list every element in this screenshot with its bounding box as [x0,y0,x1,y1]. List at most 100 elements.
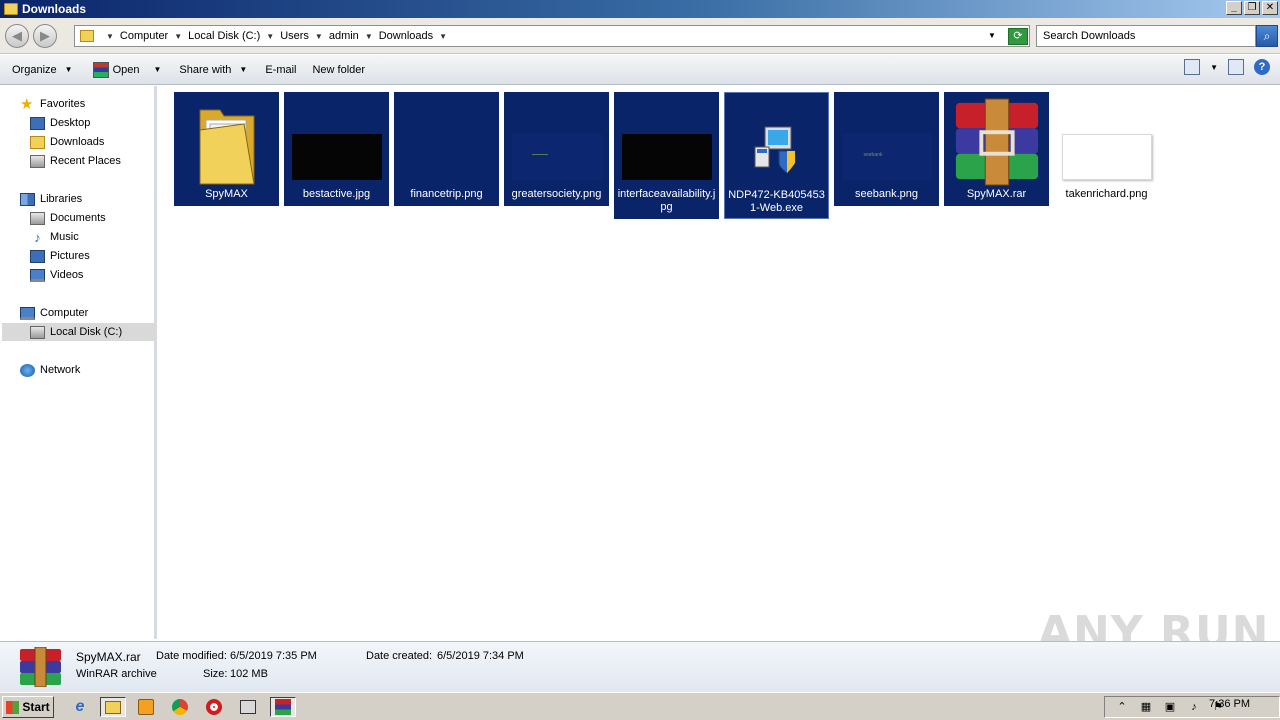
organize-label: Organize [12,63,57,76]
file-tile-interfaceavailability[interactable]: interfaceavailability.jpg [614,92,719,219]
search-placeholder: Search Downloads [1043,30,1136,42]
help-icon[interactable]: ? [1254,59,1270,75]
chevron-down-icon[interactable]: ▼ [174,32,182,41]
sidebar-item-local-disk[interactable]: Local Disk (C:) [2,323,157,341]
image-thumbnail [291,98,382,186]
explorer-taskbar-button[interactable] [100,697,126,717]
star-icon: ★ [20,95,34,113]
file-tile-seebank[interactable]: seebank seebank.png [834,92,939,206]
sidebar-item-label: Recent Places [50,155,121,167]
folder-icon [80,30,94,42]
sidebar-item-libraries[interactable]: Libraries [20,190,82,208]
email-button[interactable]: E-mail [259,59,302,81]
start-label: Start [22,700,50,714]
breadcrumb-computer[interactable]: Computer [120,30,168,42]
refresh-button[interactable]: ⟳ [1008,28,1028,45]
address-bar[interactable]: ▼ Computer ▼ Local Disk (C:) ▼ Users ▼ a… [74,25,1030,47]
restore-button[interactable]: ❐ [1244,1,1260,15]
back-button[interactable]: ◀ [5,24,29,48]
sidebar-item-desktop[interactable]: Desktop [30,114,90,132]
winrar-taskbar-button[interactable] [270,697,296,717]
search-input[interactable]: Search Downloads [1036,25,1256,47]
title-bar[interactable]: Downloads _ ❐ ✕ [0,0,1280,18]
desktop-icon [30,116,45,130]
file-tile-bestactive[interactable]: bestactive.jpg [284,92,389,206]
file-name: SpyMAX.rar [966,188,1027,200]
breadcrumb-downloads[interactable]: Downloads [379,30,433,42]
chevron-down-icon[interactable]: ▼ [266,32,274,41]
search-icon[interactable]: ⌕ [1256,25,1278,47]
clock[interactable]: 7:36 PM [1209,698,1250,710]
sidebar-item-music[interactable]: ♪ Music [30,228,78,246]
chrome-icon[interactable] [170,697,190,717]
show-hidden-icons-icon[interactable]: ⌃ [1115,700,1129,714]
organize-button[interactable]: Organize ▼ [6,59,79,81]
internet-explorer-icon[interactable]: e [70,697,90,717]
thumbnail-text: seebank [863,152,883,158]
folder-icon [182,98,272,186]
volume-icon[interactable]: ♪ [1187,700,1201,714]
chevron-down-icon[interactable]: ▼ [439,32,447,41]
preview-pane-icon[interactable] [1228,59,1244,75]
remote-desktop-icon[interactable] [238,697,258,717]
sidebar-item-network[interactable]: Network [20,361,80,379]
system-tray: ⌃ ▦ ▣ ♪ ⚑ [1104,696,1280,718]
file-name: SpyMAX [205,188,248,200]
date-modified-label: Date modified: [156,650,227,662]
winrar-icon [18,646,63,688]
open-button[interactable]: Open ▼ [87,59,168,81]
image-thumbnail [1061,98,1152,186]
navigation-pane: ★ Favorites Desktop Downloads Recent Pla… [0,86,157,639]
file-tile-takenrichard[interactable]: takenrichard.png [1054,92,1159,206]
chevron-down-icon[interactable]: ▼ [1210,63,1218,72]
computer-icon [20,306,35,320]
sidebar-item-label: Desktop [50,117,91,129]
details-pane: SpyMAX.rar WinRAR archive Date modified:… [0,641,1280,692]
sidebar-item-label: Local Disk (C:) [50,326,123,338]
image-thumbnail [401,98,492,186]
file-tile-greatersociety[interactable]: greatersociety.png [504,92,609,206]
size-label: Size: [203,668,228,680]
breadcrumb-local-disk[interactable]: Local Disk (C:) [188,30,260,42]
chevron-down-icon[interactable]: ▼ [315,32,323,41]
sidebar-item-favorites[interactable]: ★ Favorites [20,95,85,113]
sidebar-item-label: Downloads [50,136,105,148]
size-value: 102 MB [230,668,268,680]
start-button[interactable]: Start [2,696,54,718]
email-label: E-mail [265,63,297,76]
window-title: Downloads [22,2,87,16]
opera-icon[interactable] [204,697,224,717]
sidebar-item-label: Favorites [40,98,86,110]
sidebar-item-label: Documents [50,212,106,224]
chevron-down-icon[interactable]: ▼ [365,32,373,41]
breadcrumb-admin[interactable]: admin [329,30,359,42]
sidebar-item-computer[interactable]: Computer [20,304,88,322]
sidebar-item-label: Computer [40,307,89,319]
minimize-button[interactable]: _ [1226,1,1242,15]
network-icon[interactable]: ▣ [1163,700,1177,714]
chevron-right-icon[interactable]: ▼ [106,32,114,41]
recent-places-icon [30,154,45,168]
sidebar-item-downloads[interactable]: Downloads [30,133,104,151]
sidebar-item-recent-places[interactable]: Recent Places [30,152,121,170]
file-tile-ndp472-installer[interactable]: NDP472-KB4054531-Web.exe [724,92,829,219]
file-tile-spymax-rar[interactable]: SpyMAX.rar [944,92,1049,206]
new-folder-button[interactable]: New folder [306,59,371,81]
sidebar-item-pictures[interactable]: Pictures [30,247,90,265]
share-with-button[interactable]: Share with ▼ [173,59,253,81]
change-view-icon[interactable] [1184,59,1201,75]
close-button[interactable]: ✕ [1262,1,1278,15]
file-tile-financetrip[interactable]: financetrip.png [394,92,499,206]
explorer-window: Downloads _ ❐ ✕ ◀ ▶ ▼ Computer ▼ Local D… [0,0,1280,692]
share-with-label: Share with [179,63,232,76]
address-history-dropdown[interactable]: ▼ [988,31,996,40]
downloads-folder-icon [30,135,45,149]
sidebar-item-videos[interactable]: Videos [30,266,83,284]
breadcrumb-users[interactable]: Users [280,30,309,42]
file-tile-spymax-folder[interactable]: SpyMAX [174,92,279,206]
action-center-icon[interactable]: ▦ [1139,700,1153,714]
sidebar-item-documents[interactable]: Documents [30,209,106,227]
chevron-down-icon[interactable]: ▼ [153,65,161,74]
forward-button[interactable]: ▶ [33,24,57,48]
media-player-icon[interactable] [136,697,156,717]
